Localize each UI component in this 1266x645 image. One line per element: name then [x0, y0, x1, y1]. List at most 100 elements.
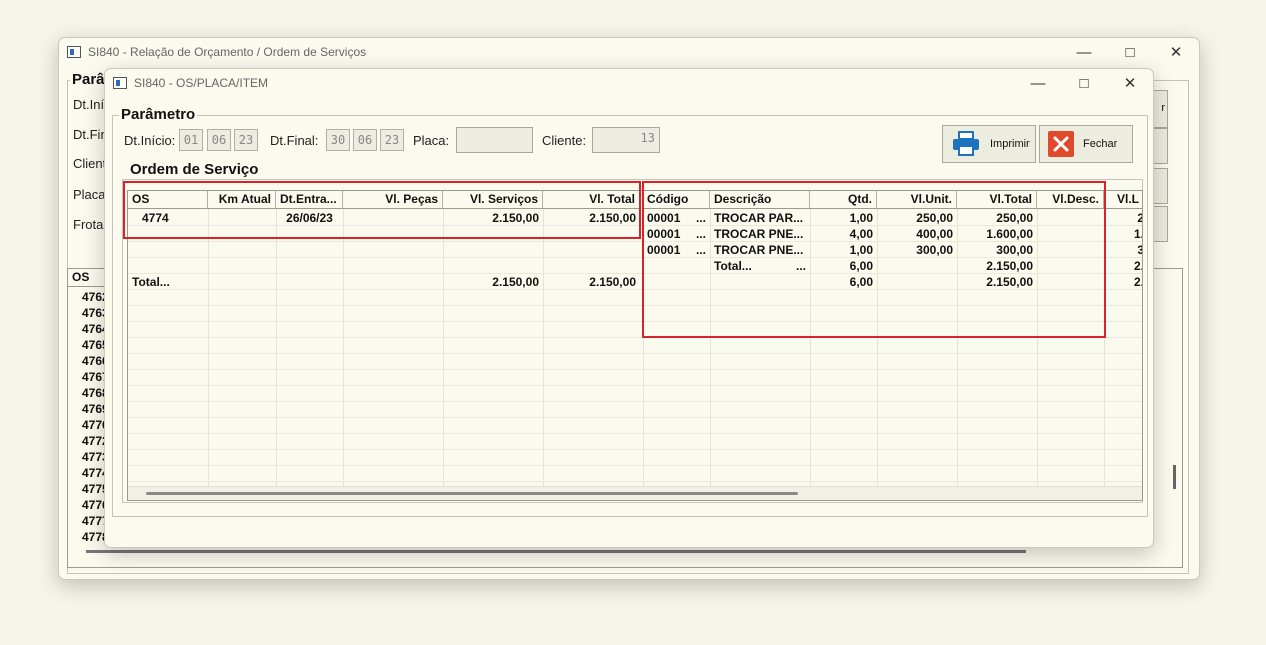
front-titlebar[interactable]: SI840 - OS/PLACA/ITEM	[105, 69, 1153, 97]
row-divider	[128, 417, 1142, 418]
item-value-cell: 1.600,00	[986, 227, 1033, 241]
item-value-cell: 300,00	[916, 243, 953, 257]
back-cliente-label: Client	[73, 156, 107, 171]
item-codigo-ellipsis: ...	[695, 227, 706, 241]
os-cell: 2.150,00	[589, 211, 636, 225]
column-divider	[543, 209, 544, 500]
item-subtotal-qtd: 6,00	[849, 259, 873, 273]
column-header[interactable]: Vl.L	[1104, 191, 1142, 209]
os-placa-item-window: SI840 - OS/PLACA/ITEM — □ ✕ Parâmetro Dt…	[104, 68, 1154, 548]
dt-inicio-day[interactable]: 01	[179, 129, 203, 151]
item-vll-cell: 2	[1104, 210, 1142, 226]
row-divider	[128, 305, 1142, 306]
column-divider	[208, 209, 209, 500]
cliente-label: Cliente:	[542, 133, 587, 148]
item-vldesc-cell	[1037, 210, 1104, 226]
column-header[interactable]: OS	[128, 191, 208, 209]
os-cell	[343, 210, 443, 226]
column-header[interactable]: Vl.Total	[957, 191, 1037, 209]
column-header[interactable]: Vl. Serviços	[443, 191, 543, 209]
os-cell: 26/06/23	[286, 211, 333, 225]
column-header[interactable]: Qtd.	[810, 191, 877, 209]
ordem-servico-label: Ordem de Serviço	[128, 161, 261, 178]
os-item-grid[interactable]: OS Km Atual Dt.Entra... Vl. Peças Vl. Serviç…	[127, 190, 1143, 501]
column-header[interactable]: Vl. Peças	[343, 191, 443, 209]
fechar-button[interactable]: Fechar	[1039, 125, 1133, 163]
column-header[interactable]: Código	[643, 191, 710, 209]
item-value-cell: 250,00	[996, 211, 1033, 225]
column-header[interactable]: Dt.Entra...	[276, 191, 343, 209]
horizontal-scrollbar-thumb[interactable]	[146, 492, 798, 495]
row-divider	[128, 369, 1142, 370]
back-vertical-scrollbar-thumb[interactable]	[1173, 465, 1176, 489]
back-side-button-label: r	[1161, 102, 1165, 114]
column-divider	[443, 209, 444, 500]
back-frota-label: Frota	[73, 217, 104, 232]
item-codigo-ellipsis: ...	[695, 243, 706, 257]
row-divider	[128, 401, 1142, 402]
column-header[interactable]: Km Atual	[208, 191, 276, 209]
cliente-field[interactable]: 13	[592, 127, 660, 153]
back-horizontal-scrollbar-thumb[interactable]	[86, 550, 1026, 553]
row-divider	[128, 449, 1142, 450]
column-divider	[276, 209, 277, 500]
os-cell: 4774	[142, 211, 169, 225]
os-total-cell: 2.150,00	[492, 275, 539, 289]
item-vldesc-cell	[1037, 226, 1104, 242]
item-descricao-cell: TROCAR PNE...	[714, 243, 804, 257]
item-value-cell: 250,00	[916, 211, 953, 225]
item-value-cell: 1,00	[849, 243, 873, 257]
parametro-label: Parâmetro	[119, 106, 198, 123]
os-cell	[208, 210, 276, 226]
row-divider	[128, 321, 1142, 322]
os-total-cell	[276, 274, 343, 290]
os-total-cell	[343, 274, 443, 290]
item-total-total: 2.150,00	[986, 275, 1033, 289]
item-total-vll: 2.	[1133, 275, 1143, 289]
dt-final-year[interactable]: 23	[380, 129, 404, 151]
row-divider	[128, 353, 1142, 354]
front-minimize-button[interactable]: —	[1015, 69, 1061, 97]
dt-inicio-month[interactable]: 06	[207, 129, 231, 151]
front-maximize-button[interactable]: □	[1061, 69, 1107, 97]
row-divider	[128, 465, 1142, 466]
item-descricao-cell: TROCAR PAR...	[714, 211, 804, 225]
column-header[interactable]: Descrição	[710, 191, 810, 209]
back-minimize-button[interactable]: —	[1061, 38, 1107, 66]
item-value-cell: 4,00	[849, 227, 873, 241]
dt-inicio-year[interactable]: 23	[234, 129, 258, 151]
dt-final-label: Dt.Final:	[270, 133, 319, 148]
column-divider	[343, 209, 344, 500]
placa-field[interactable]	[456, 127, 533, 153]
front-close-button[interactable]: ✕	[1107, 69, 1153, 97]
dt-final-month[interactable]: 06	[353, 129, 377, 151]
back-placa-label: Placa	[73, 187, 106, 202]
row-divider	[128, 337, 1142, 338]
os-total-cell	[208, 274, 276, 290]
back-window-titlebar[interactable]: SI840 - Relação de Orçamento / Ordem de …	[59, 38, 1199, 66]
item-value-cell: 400,00	[916, 227, 953, 241]
item-value-cell: 1,00	[849, 211, 873, 225]
column-header[interactable]: Vl. Total	[543, 191, 640, 209]
column-header[interactable]: Vl.Unit.	[877, 191, 957, 209]
item-total-qtd: 6,00	[849, 275, 873, 289]
dt-final-day[interactable]: 30	[326, 129, 350, 151]
dt-inicio-label: Dt.Início:	[124, 133, 176, 148]
item-subtotal-total: 2.150,00	[986, 259, 1033, 273]
back-parametro-label: Parâ	[70, 71, 107, 88]
back-maximize-button[interactable]: □	[1107, 38, 1153, 66]
imprimir-button[interactable]: Imprimir	[942, 125, 1036, 163]
app-icon	[67, 46, 81, 58]
column-header[interactable]: Vl.Desc.	[1037, 191, 1104, 209]
imprimir-label: Imprimir	[990, 138, 1030, 150]
item-subtotal-vll: 2.	[1133, 259, 1143, 273]
back-close-button[interactable]: ✕	[1153, 38, 1199, 66]
item-value-cell: 300,00	[996, 243, 1033, 257]
item-vll-cell: 1.	[1133, 227, 1143, 241]
item-subtotal-label: Total...	[714, 259, 752, 273]
item-vldesc-cell	[1037, 242, 1104, 258]
item-vll-cell: 3	[1104, 242, 1142, 258]
item-subtotal-ellipsis: ...	[795, 259, 806, 273]
back-dt-final-label: Dt.Fin	[73, 127, 108, 142]
os-total-cell: Total...	[132, 275, 170, 289]
